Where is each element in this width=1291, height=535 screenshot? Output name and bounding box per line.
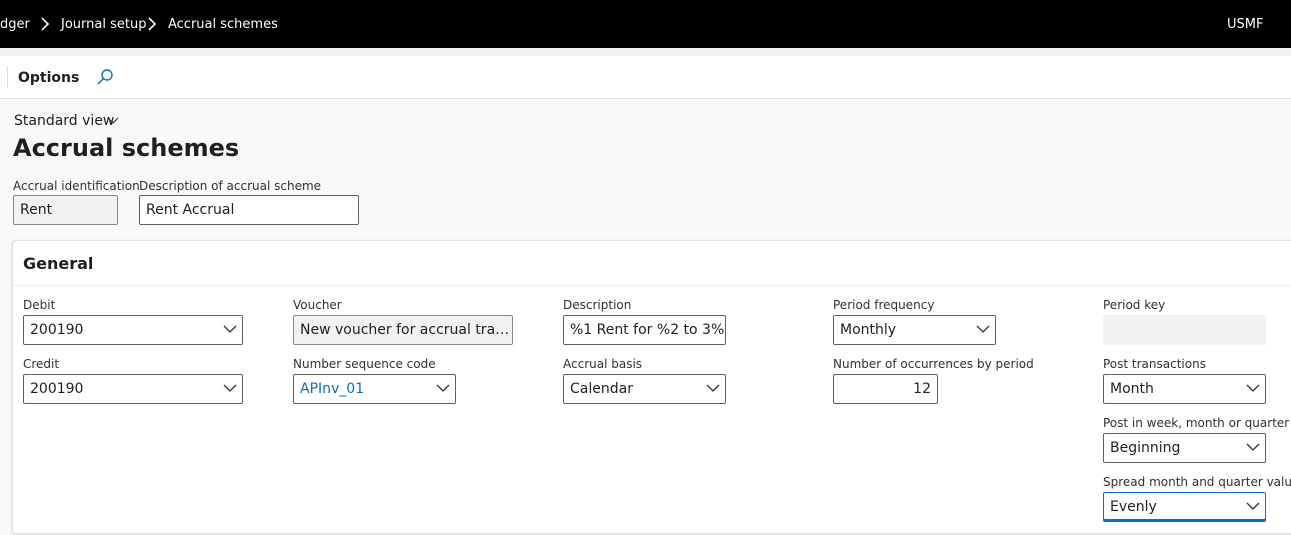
accrual-basis-value: Calendar	[563, 374, 726, 404]
breadcrumb-item-journal-setup[interactable]: Journal setup	[61, 17, 146, 32]
spread-dropdown[interactable]: Evenly	[1103, 492, 1266, 522]
debit-dropdown[interactable]: 200190	[23, 315, 243, 345]
number-sequence-label: Number sequence code	[293, 357, 436, 371]
breadcrumb-item-accrual-schemes[interactable]: Accrual schemes	[168, 17, 278, 32]
number-sequence-dropdown[interactable]: APInv_01	[293, 374, 456, 404]
general-fasttab-header[interactable]: General	[13, 241, 1291, 286]
chevron-down-icon	[1246, 502, 1260, 510]
chevron-right-icon	[41, 17, 50, 31]
accrual-basis-label: Accrual basis	[563, 357, 643, 371]
description-field[interactable]: Rent Accrual	[139, 195, 359, 225]
post-in-dropdown[interactable]: Beginning	[1103, 433, 1266, 463]
post-transactions-label: Post transactions	[1103, 357, 1206, 371]
chevron-right-icon	[148, 17, 157, 31]
action-pane: Options	[0, 56, 1291, 99]
chevron-down-icon	[436, 384, 450, 392]
chevron-down-icon	[1246, 384, 1260, 392]
credit-value: 200190	[23, 374, 243, 404]
page-title: Accrual schemes	[13, 134, 240, 162]
debit-label: Debit	[23, 298, 56, 312]
debit-value: 200190	[23, 315, 243, 345]
period-key-label: Period key	[1103, 298, 1166, 312]
period-frequency-label: Period frequency	[833, 298, 935, 312]
period-key-field[interactable]	[1103, 315, 1266, 345]
company-selector[interactable]: USMF	[1227, 17, 1263, 32]
breadcrumb-item-ledger[interactable]: dger	[0, 17, 30, 32]
chevron-down-icon	[1246, 443, 1260, 451]
general-fasttab-title: General	[23, 254, 94, 273]
chevron-down-icon	[976, 325, 990, 333]
chevron-down-icon	[223, 384, 237, 392]
period-frequency-value: Monthly	[833, 315, 996, 345]
view-selector[interactable]: Standard view	[14, 113, 114, 129]
voucher-label: Voucher	[293, 298, 342, 312]
search-icon[interactable]	[96, 68, 114, 86]
scheme-description-field[interactable]: %1 Rent for %2 to 3%	[563, 315, 726, 345]
scheme-description-label: Description	[563, 298, 632, 312]
post-in-value: Beginning	[1103, 433, 1266, 463]
accrual-id-field[interactable]: Rent	[13, 195, 118, 225]
top-navigation-bar: dger Journal setup Accrual schemes USMF	[0, 0, 1291, 48]
action-pane-divider	[7, 66, 8, 88]
accrual-basis-dropdown[interactable]: Calendar	[563, 374, 726, 404]
chevron-down-icon	[223, 325, 237, 333]
spread-value: Evenly	[1103, 492, 1266, 522]
post-transactions-dropdown[interactable]: Month	[1103, 374, 1266, 404]
separator-strip	[0, 48, 1291, 56]
occurrences-field[interactable]: 12	[833, 374, 938, 404]
occurrences-label: Number of occurrences by period	[833, 357, 1034, 371]
credit-dropdown[interactable]: 200190	[23, 374, 243, 404]
period-frequency-dropdown[interactable]: Monthly	[833, 315, 996, 345]
options-tab[interactable]: Options	[18, 70, 79, 86]
accrual-id-label: Accrual identification	[13, 179, 140, 193]
post-transactions-value: Month	[1103, 374, 1266, 404]
chevron-down-icon[interactable]	[107, 114, 119, 126]
credit-label: Credit	[23, 357, 60, 371]
number-sequence-value[interactable]: APInv_01	[293, 374, 456, 404]
post-in-label: Post in week, month or quarter	[1103, 416, 1290, 430]
spread-label: Spread month and quarter values	[1103, 475, 1291, 489]
chevron-down-icon	[706, 384, 720, 392]
description-label: Description of accrual scheme	[139, 179, 322, 193]
voucher-field[interactable]: New voucher for accrual transac...	[293, 315, 513, 345]
